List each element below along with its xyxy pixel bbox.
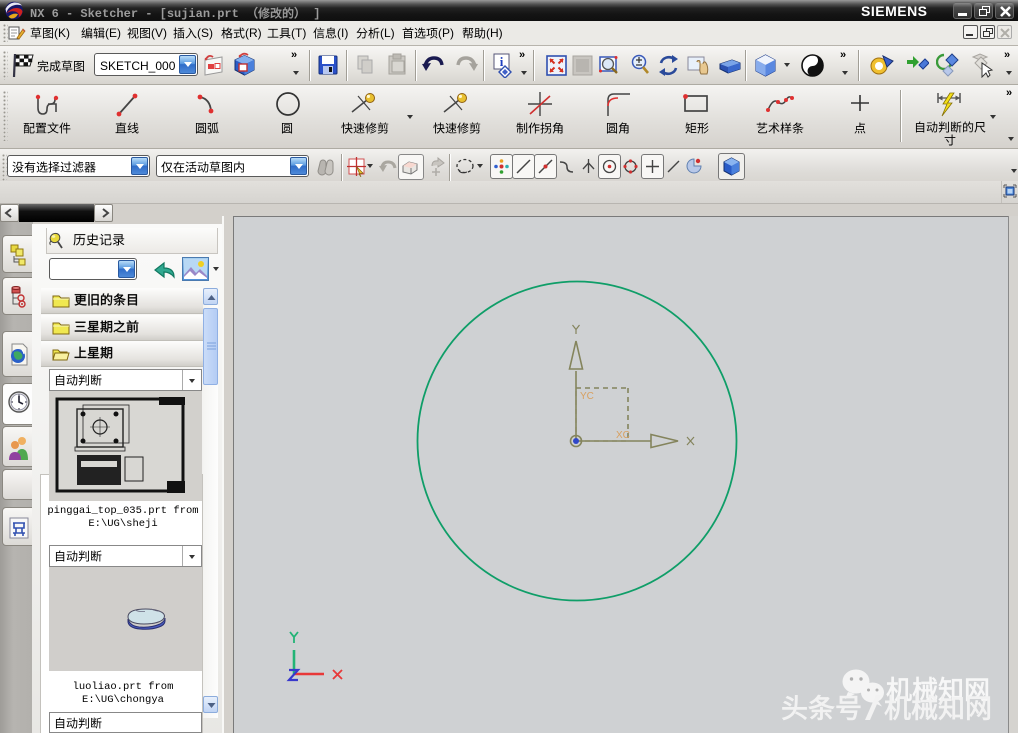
svg-text:XC: XC (616, 430, 630, 441)
svg-text:YC: YC (580, 391, 594, 402)
svg-text:i: i (500, 54, 504, 69)
